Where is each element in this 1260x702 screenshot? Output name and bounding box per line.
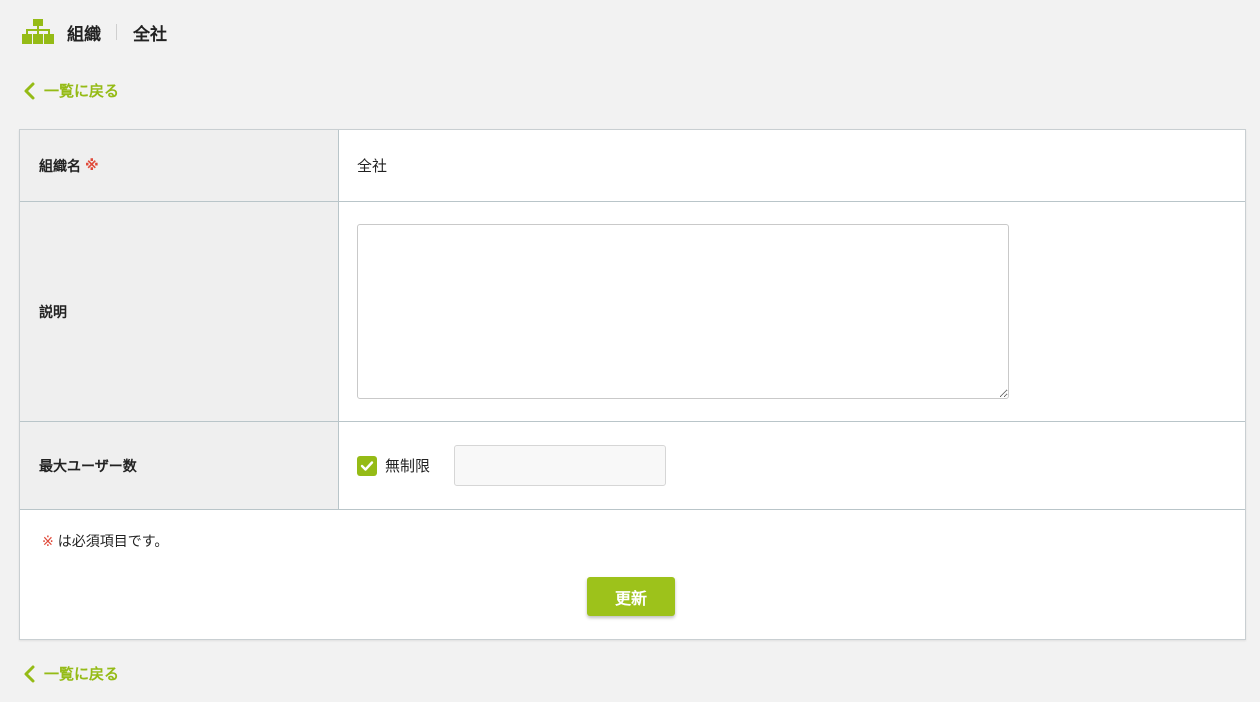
page-header: 組織 全社 xyxy=(22,18,167,46)
form-row-max-users: 最大ユーザー数 無制限 xyxy=(20,422,1245,510)
back-link-label: 一覧に戻る xyxy=(44,665,120,683)
description-label-cell: 説明 xyxy=(20,202,339,421)
max-users-value-cell: 無制限 xyxy=(339,422,1245,509)
required-mark: ※ xyxy=(85,157,99,174)
back-link-label: 一覧に戻る xyxy=(44,82,120,100)
max-users-label-cell: 最大ユーザー数 xyxy=(20,422,339,509)
name-value: 全社 xyxy=(357,157,388,175)
description-textarea[interactable] xyxy=(357,224,1009,399)
description-value-cell xyxy=(339,202,1245,421)
unlimited-checkbox-wrapper[interactable]: 無制限 xyxy=(357,455,430,476)
title-divider xyxy=(116,24,117,40)
max-users-label: 最大ユーザー数 xyxy=(39,458,137,475)
required-note-mark: ※ xyxy=(42,534,54,550)
unlimited-label: 無制限 xyxy=(385,457,431,475)
name-value-cell: 全社 xyxy=(339,130,1245,201)
max-users-input[interactable] xyxy=(454,445,667,486)
page-title: 組織 xyxy=(67,24,101,45)
org-chart-icon xyxy=(22,19,54,44)
organization-form: 組織名 ※ 全社 説明 最大ユーザー数 無制限 ※ は必須項目です。 更新 xyxy=(19,129,1246,640)
chevron-left-icon xyxy=(24,82,35,99)
required-note: ※ は必須項目です。 xyxy=(42,531,168,551)
form-row-description: 説明 xyxy=(20,202,1245,422)
form-row-name: 組織名 ※ 全社 xyxy=(20,130,1245,202)
name-label-cell: 組織名 ※ xyxy=(20,130,339,201)
page-subtitle: 全社 xyxy=(133,24,167,45)
back-to-list-link-top[interactable]: 一覧に戻る xyxy=(22,80,119,101)
unlimited-checkbox[interactable] xyxy=(357,455,377,476)
name-label: 組織名 xyxy=(39,158,81,175)
description-label: 説明 xyxy=(39,304,67,321)
back-to-list-link-bottom[interactable]: 一覧に戻る xyxy=(22,663,119,684)
update-button[interactable]: 更新 xyxy=(587,577,675,616)
required-note-text: は必須項目です。 xyxy=(57,534,169,550)
chevron-left-icon xyxy=(24,665,35,682)
checkmark-icon xyxy=(360,460,374,471)
